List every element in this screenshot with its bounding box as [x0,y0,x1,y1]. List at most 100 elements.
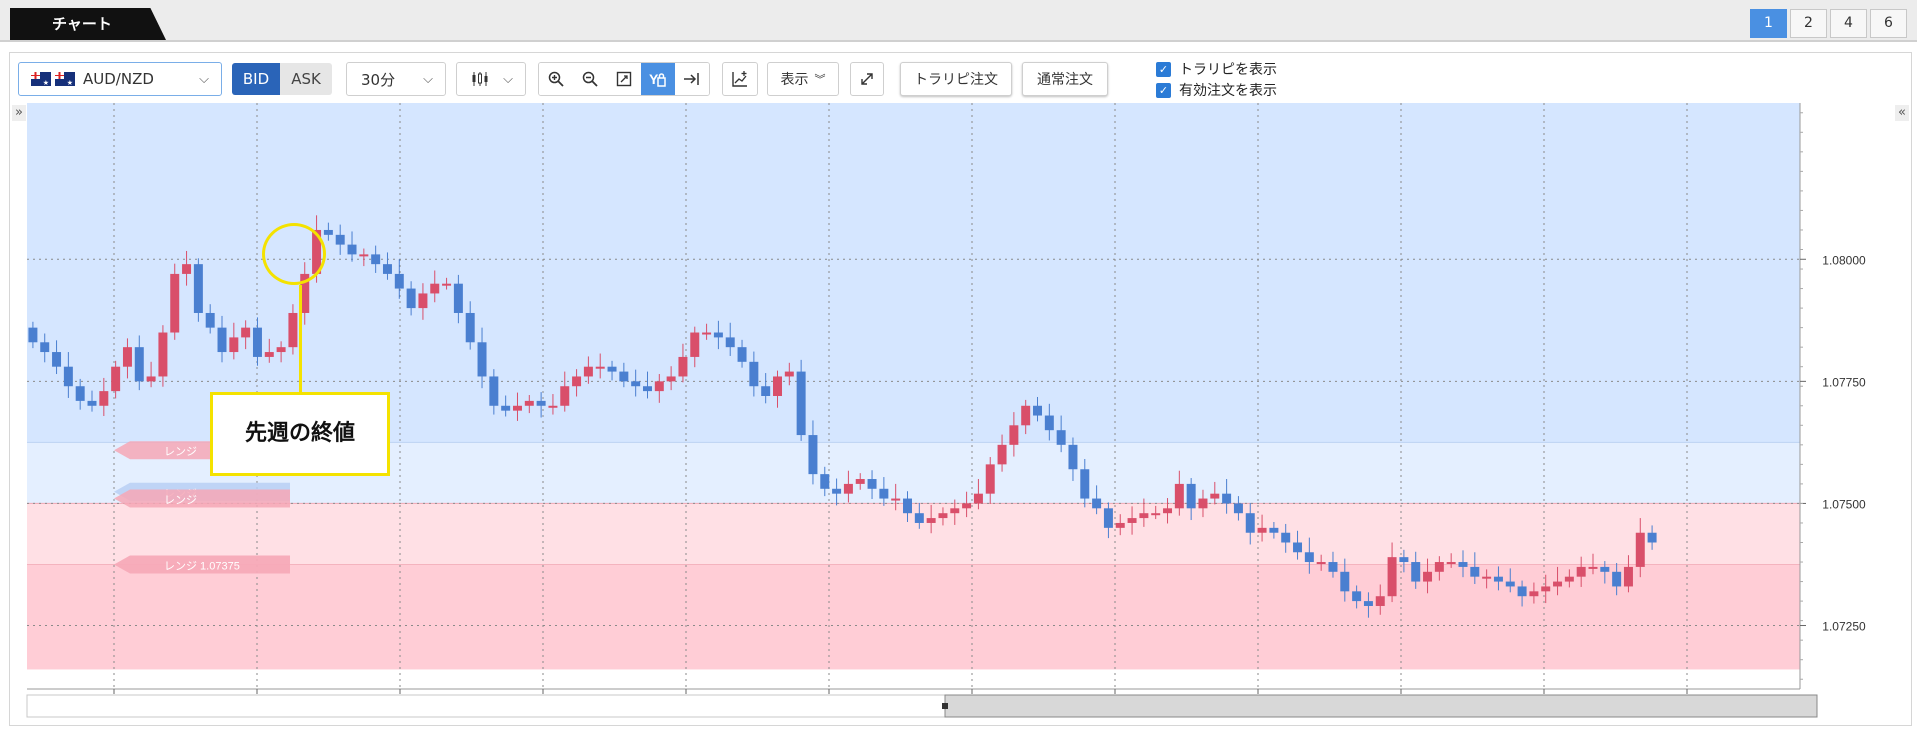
candle-up [595,366,605,369]
candle-up [1635,532,1645,567]
candle-down [1186,483,1196,509]
candle-up [1127,518,1137,523]
candle-up [1375,596,1385,606]
sell-zone-lower [27,564,1800,670]
callout-connector [299,285,302,392]
candle-up [1021,405,1031,426]
candle-up [1423,571,1433,582]
bid-button[interactable]: BID [232,63,280,95]
fit-icon[interactable] [607,63,641,95]
candle-up [962,503,972,509]
candle-down [134,347,144,382]
sell-zone-upper [27,503,1800,565]
candle-up [784,371,794,377]
candle-down [1033,405,1043,416]
candle-down [1493,576,1503,582]
candle-up [1553,581,1563,587]
candle-up [264,352,274,357]
candle-down [217,327,227,353]
layout-button-4[interactable]: 4 [1830,9,1867,38]
view-select[interactable]: 表示 ︾ [767,62,839,96]
candle-up [1446,562,1456,565]
candle-down [619,371,629,382]
candle-up [524,400,534,406]
layout-button-2[interactable]: 2 [1790,9,1827,38]
candle-down [87,400,97,406]
candle-down [808,435,818,475]
candle-down [1612,571,1622,587]
candle-down [879,488,889,499]
navigator-handle[interactable] [942,703,948,709]
auto-y-scale-icon[interactable]: Y [641,63,675,95]
collapse-right-icon[interactable]: « [1895,105,1909,121]
header-bar [0,0,1917,42]
candle-down [914,513,924,523]
range-tag: レンジ [114,489,290,508]
candle-up [654,381,664,392]
candle-up [891,498,901,501]
currency-pair-label: AUD/NZD [83,70,154,88]
candle-up [359,254,369,257]
candle-up [1623,566,1633,587]
show-active-orders-checkbox[interactable]: ✓ 有効注文を表示 [1156,80,1277,100]
candle-down [1340,571,1350,592]
checkbox-checked-icon[interactable]: ✓ [1156,61,1171,77]
candle-up [1198,498,1208,509]
range-tag-label: レンジ [164,495,197,507]
candle-up [950,508,960,514]
candle-up [583,366,593,377]
navigator-window[interactable] [944,694,1818,718]
candle-down [406,288,416,309]
candle-down [1068,444,1078,470]
candle-down [867,479,877,489]
candle-up [146,376,156,382]
candle-up [442,283,452,286]
range-tag-label: レンジ 1.07375 [164,560,240,572]
range-tag-label: レンジ [164,446,197,458]
candle-down [205,312,215,328]
add-indicator-button[interactable] [722,62,758,96]
candle-up [1387,557,1397,597]
layout-button-1[interactable]: 1 [1750,9,1787,38]
candle-up [430,283,440,294]
expand-button[interactable] [850,62,884,96]
candle-up [1564,576,1574,582]
currency-pair-select[interactable]: AUD/NZD ⌵ [18,62,222,96]
chart-panel: AUD/NZD ⌵ BID ASK 30分 ⌵ ⌵ [9,52,1912,726]
candle-up [241,327,251,338]
show-trap-checkbox[interactable]: ✓ トラリピを表示 [1156,59,1277,79]
period-select[interactable]: 30分 ⌵ [346,62,446,96]
candle-up [1576,566,1586,577]
candle-down [1233,503,1243,514]
ask-button[interactable]: ASK [280,63,332,95]
checkbox-checked-icon[interactable]: ✓ [1156,82,1171,98]
collapse-left-icon[interactable]: » [12,105,26,121]
tab-chart[interactable]: チャート [10,8,166,40]
normal-order-button[interactable]: 通常注文 [1022,62,1108,96]
candle-down [796,371,806,436]
expand-icon [861,73,873,85]
candle-down [737,347,747,362]
candle-up [99,391,109,406]
candle-up [1115,522,1125,528]
jump-to-latest-icon[interactable] [675,63,709,95]
candle-down [501,405,511,411]
chevron-down-double-icon: ︾ [814,73,826,86]
candle-down [725,337,735,348]
candle-up [1139,513,1149,519]
candle-down [749,361,759,387]
candle-up [702,332,712,335]
candle-up [1588,566,1598,569]
zoom-out-icon[interactable] [573,63,607,95]
chart-type-select[interactable]: ⌵ [456,62,526,96]
zoom-in-icon[interactable] [539,63,573,95]
layout-button-6[interactable]: 6 [1870,9,1907,38]
bid-ask-toggle: BID ASK [232,63,332,95]
candle-up [512,405,522,411]
candle-up [973,493,983,504]
candle-up [1210,493,1220,499]
trap-order-button[interactable]: トラリピ注文 [900,62,1012,96]
candle-up [182,264,192,274]
candle-down [63,366,73,387]
au-flag-icon [31,72,51,86]
